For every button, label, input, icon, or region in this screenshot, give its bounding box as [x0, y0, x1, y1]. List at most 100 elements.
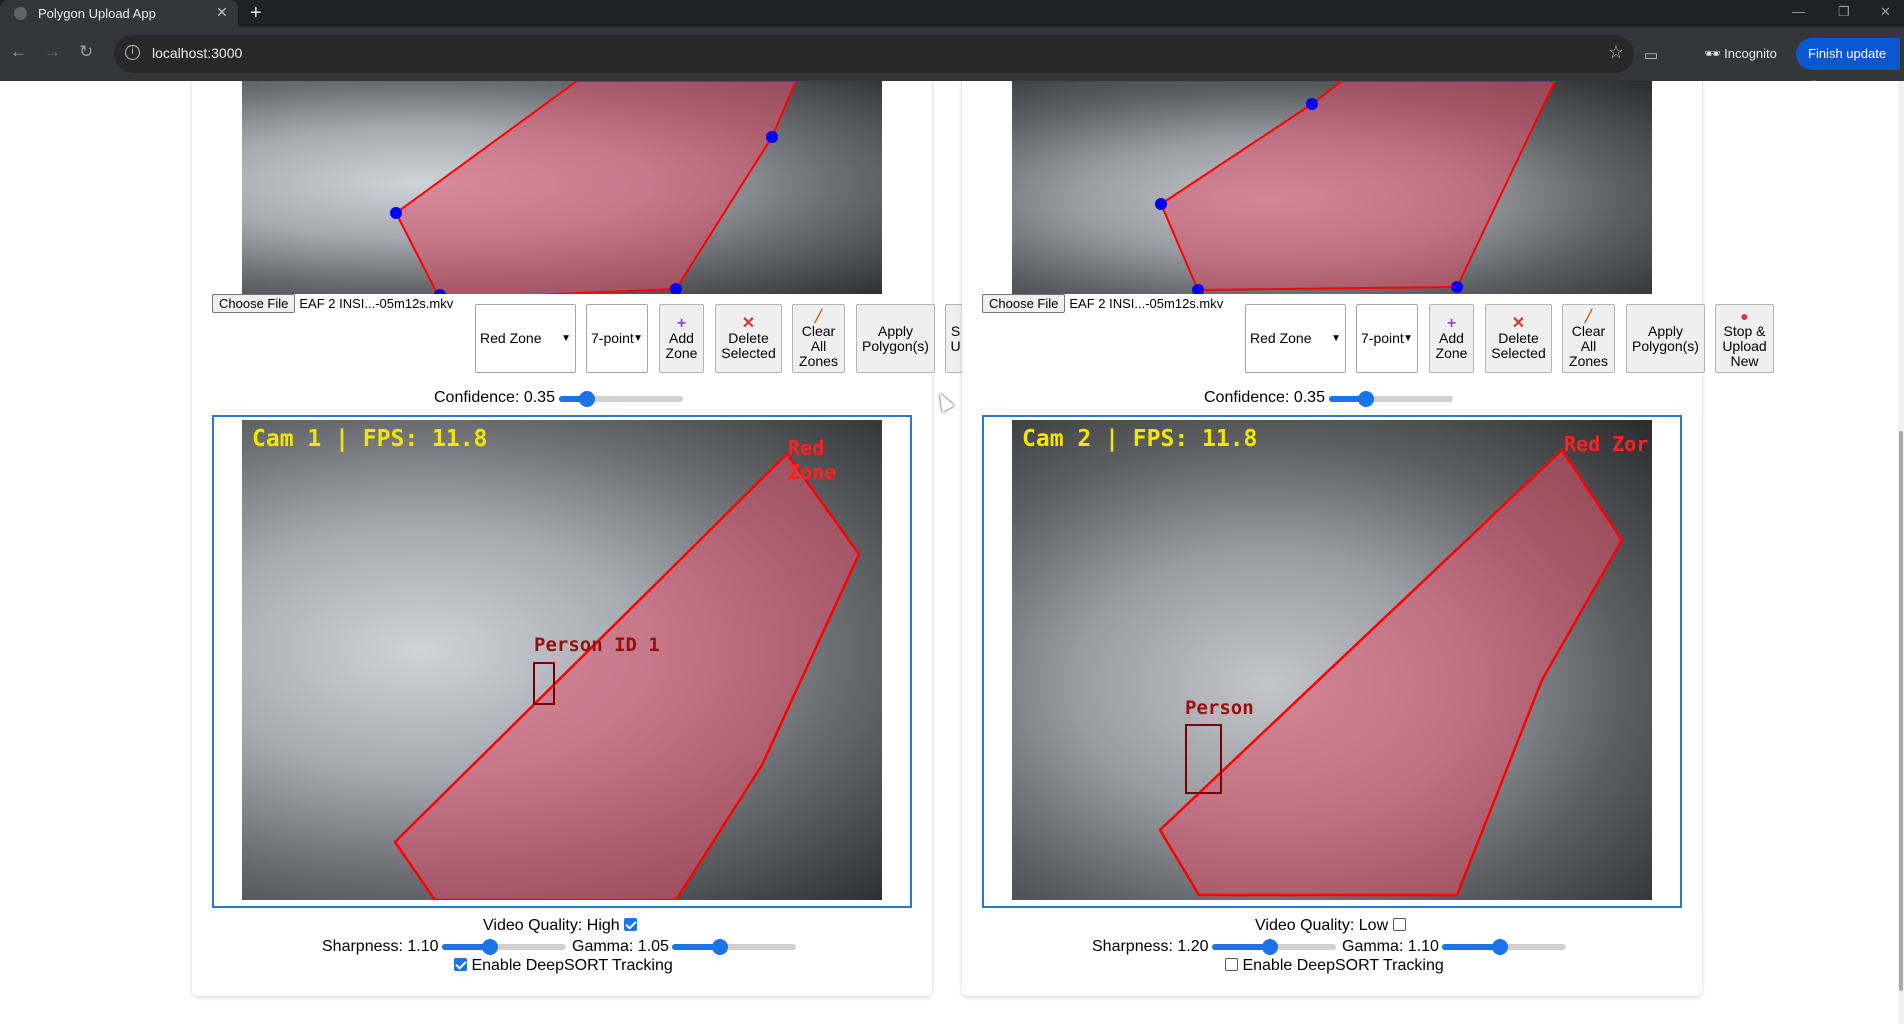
clear-all-zones-button[interactable]: ╱ Clear All Zones	[1562, 304, 1615, 373]
video-quality-toggle[interactable]: Video Quality: High	[483, 917, 638, 935]
zone-type-select[interactable]: Red Zone ▼	[1245, 304, 1346, 373]
camera-card-2: Choose File EAF 2 INSI...-05m12s.mkv Red …	[962, 81, 1774, 996]
video-quality-toggle[interactable]: Video Quality: Low	[1255, 917, 1406, 935]
chevron-down-icon: ▼	[1331, 333, 1341, 344]
gamma-label: Gamma: 1.05	[572, 938, 669, 955]
add-zone-label: Add Zone	[665, 330, 698, 361]
sharpness-label: Sharpness: 1.10	[322, 938, 439, 955]
zone-tag: Red Zor	[1564, 432, 1649, 456]
incognito-indicator[interactable]: 🕶 Incognito	[1694, 40, 1787, 68]
zone-type-value: Red Zone	[1250, 330, 1312, 346]
zone-editor-canvas-2[interactable]	[1012, 81, 1652, 294]
video-quality-checkbox[interactable]	[1392, 918, 1406, 931]
camera-card-1: Choose File EAF 2 INSI...-05m12s.mkv Red …	[192, 81, 965, 996]
slider-knob[interactable]	[482, 939, 498, 955]
delete-selected-label: Delete Selected	[1491, 330, 1546, 361]
polygon-vertex[interactable]	[1451, 281, 1463, 293]
clear-all-label: Clear All Zones	[799, 322, 838, 369]
sharpness-slider[interactable]	[1212, 939, 1336, 955]
zone-tag: Red Zone	[788, 436, 837, 484]
minimize-icon[interactable]: —	[1792, 4, 1805, 19]
clear-all-zones-button[interactable]: ╱ Clear All Zones	[792, 304, 845, 373]
person-tag: Person	[1185, 697, 1254, 719]
incognito-label: Incognito	[1724, 46, 1777, 61]
point-count-select[interactable]: 7-point ▼	[586, 304, 648, 373]
page-content: Choose File EAF 2 INSI...-05m12s.mkv Red …	[0, 81, 1904, 1024]
brush-icon: ╱	[814, 308, 823, 323]
slider-knob[interactable]	[1262, 939, 1278, 955]
confidence-slider[interactable]	[559, 391, 683, 407]
video-quality-label: Video Quality: High	[483, 917, 620, 934]
gamma-slider[interactable]	[1442, 939, 1566, 955]
cast-icon[interactable]: ▭	[1644, 46, 1658, 64]
window-close-icon[interactable]: ✕	[1880, 4, 1891, 20]
apply-polygons-button[interactable]: Apply Polygon(s)	[856, 304, 935, 373]
file-name: EAF 2 INSI...-05m12s.mkv	[1069, 296, 1224, 311]
add-zone-button[interactable]: + Add Zone	[1429, 304, 1474, 373]
tab-close-icon[interactable]: ✕	[216, 4, 228, 21]
sharpness-slider[interactable]	[442, 939, 566, 955]
polygon-vertex[interactable]	[1306, 98, 1318, 110]
url-text[interactable]: localhost:3000	[152, 45, 242, 61]
bookmark-star-icon[interactable]: ☆	[1608, 42, 1624, 63]
x-icon: ✕	[741, 315, 756, 332]
choose-file-button[interactable]: Choose File	[982, 294, 1066, 313]
gamma-slider[interactable]	[672, 939, 796, 955]
point-count-value: 7-point	[1361, 330, 1404, 346]
person-tag: Person ID 1	[534, 634, 660, 656]
reload-icon[interactable]: ↻	[79, 42, 93, 62]
deepsort-label: Enable DeepSORT Tracking	[1242, 957, 1444, 974]
deepsort-label: Enable DeepSORT Tracking	[471, 957, 673, 974]
deepsort-checkbox[interactable]	[1225, 958, 1238, 971]
deepsort-toggle[interactable]: Enable DeepSORT Tracking	[1225, 957, 1444, 975]
finish-update-button[interactable]: Finish update ⋮	[1796, 38, 1900, 93]
chevron-down-icon: ▼	[633, 333, 643, 344]
site-info-icon[interactable]: i	[125, 45, 140, 60]
delete-selected-button[interactable]: ✕ Delete Selected	[715, 304, 782, 373]
browser-tab[interactable]: Polygon Upload App ✕	[0, 0, 238, 27]
delete-selected-button[interactable]: ✕ Delete Selected	[1485, 304, 1552, 373]
stop-upload-label: Stop & Upload New	[1722, 322, 1767, 369]
deepsort-toggle[interactable]: Enable DeepSORT Tracking	[454, 957, 673, 975]
point-count-select[interactable]: 7-point ▼	[1356, 304, 1418, 373]
zone-editor-canvas-1[interactable]	[242, 81, 882, 294]
scrollbar-thumb[interactable]	[1899, 431, 1903, 991]
slider-knob[interactable]	[1492, 939, 1508, 955]
x-icon: ✕	[1511, 315, 1526, 332]
add-zone-button[interactable]: + Add Zone	[659, 304, 704, 373]
polygon-vertex[interactable]	[390, 207, 402, 219]
plus-icon: +	[1446, 315, 1457, 332]
confidence-slider[interactable]	[1329, 391, 1453, 407]
polygon-vertex[interactable]	[1155, 198, 1167, 210]
slider-knob[interactable]	[1358, 391, 1374, 407]
gamma-label: Gamma: 1.10	[1342, 938, 1439, 955]
restore-icon[interactable]: ❐	[1838, 4, 1850, 20]
slider-knob[interactable]	[579, 391, 595, 407]
finish-update-label: Finish update	[1808, 46, 1887, 61]
back-icon[interactable]: ←	[10, 42, 27, 62]
deepsort-checkbox[interactable]	[454, 958, 467, 971]
plus-icon: +	[676, 315, 687, 332]
globe-icon	[14, 7, 27, 20]
live-video-2: Cam 2 | FPS: 11.8 Red Zor Person	[1012, 420, 1652, 900]
sharpness-label: Sharpness: 1.20	[1092, 938, 1209, 955]
video-quality-checkbox[interactable]	[624, 918, 638, 931]
stop-upload-button[interactable]: ● Stop & Upload New	[1715, 304, 1774, 373]
new-tab-icon[interactable]: +	[250, 2, 262, 25]
chevron-down-icon: ▼	[1403, 333, 1413, 344]
slider-knob[interactable]	[712, 939, 728, 955]
page-scrollbar[interactable]	[1898, 81, 1904, 1024]
choose-file-button[interactable]: Choose File	[212, 294, 296, 313]
forward-icon[interactable]: →	[44, 42, 61, 62]
polygon-vertex[interactable]	[766, 131, 778, 143]
file-input-2[interactable]: Choose File EAF 2 INSI...-05m12s.mkv	[982, 294, 1224, 313]
add-zone-label: Add Zone	[1435, 330, 1468, 361]
camera-hud: Cam 2 | FPS: 11.8	[1022, 426, 1258, 452]
clear-all-label: Clear All Zones	[1569, 322, 1608, 369]
live-video-1: Cam 1 | FPS: 11.8 Red Zone Person ID 1	[242, 420, 882, 900]
zone-type-select[interactable]: Red Zone ▼	[475, 304, 576, 373]
apply-polygons-button[interactable]: Apply Polygon(s)	[1626, 304, 1705, 373]
browser-toolbar: ← → ↻ i localhost:3000 ☆ ▭ 🕶 Incognito F…	[0, 27, 1904, 93]
file-input-1[interactable]: Choose File EAF 2 INSI...-05m12s.mkv	[212, 294, 453, 313]
address-bar[interactable]: i localhost:3000 ☆	[114, 35, 1634, 73]
